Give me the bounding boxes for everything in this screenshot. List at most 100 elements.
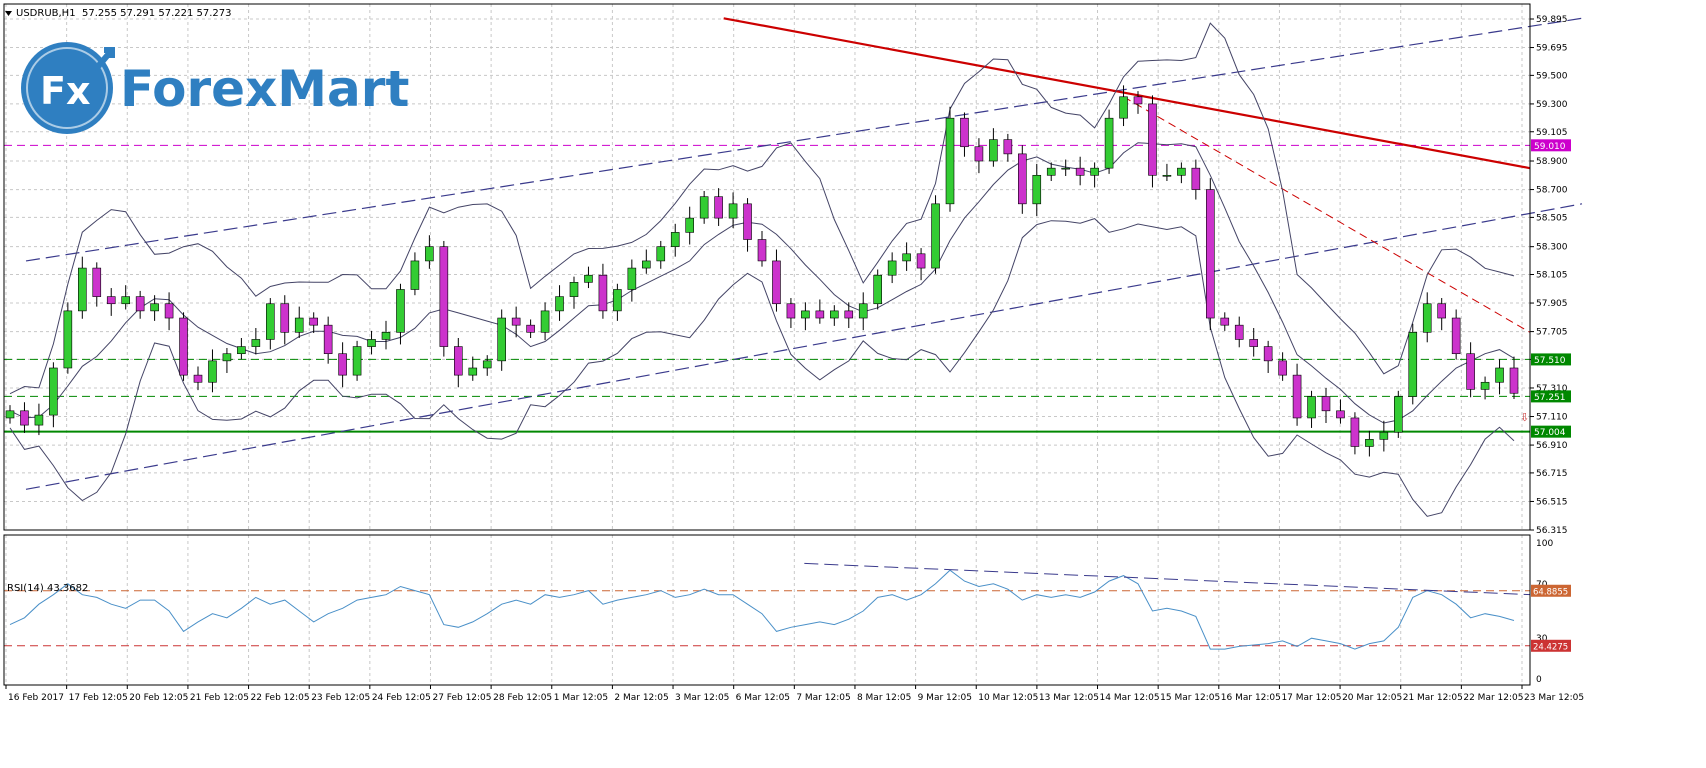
time-tick-label: 17 Mar 12:05 <box>1281 693 1341 703</box>
candle-body <box>454 346 463 376</box>
price-tick-label: 59.300 <box>1536 100 1568 110</box>
price-tick-label: 59.695 <box>1536 44 1568 54</box>
time-tick-label: 20 Feb 12:05 <box>129 693 188 703</box>
ohlc-label: 57.255 57.291 57.221 57.273 <box>82 8 232 19</box>
time-tick-label: 7 Mar 12:05 <box>796 693 850 703</box>
rsi-level-label: 64.8855 <box>1533 587 1568 597</box>
candle-body <box>1032 174 1042 205</box>
time-tick-label: 17 Feb 12:05 <box>69 693 128 703</box>
candle-body <box>1437 303 1446 319</box>
time-tick-label: 28 Feb 12:05 <box>493 693 552 703</box>
time-tick-label: 14 Mar 12:05 <box>1100 693 1160 703</box>
time-tick-label: 27 Feb 12:05 <box>432 693 491 703</box>
time-tick-label: 6 Mar 12:05 <box>736 693 790 703</box>
price-tag-label: 57.510 <box>1534 356 1566 366</box>
candle-body <box>960 117 969 148</box>
candle-body <box>540 310 550 333</box>
candle-body <box>1061 167 1070 170</box>
candle-body <box>468 367 478 376</box>
candle-body <box>1365 439 1374 447</box>
time-tick-label: 8 Mar 12:05 <box>857 693 911 703</box>
candle-body <box>757 239 767 262</box>
candle-body <box>699 196 709 219</box>
candle-body <box>728 203 738 219</box>
candle-body <box>1249 339 1258 347</box>
chart-root: 59.895 59.695 59.500 59.300 59.105 58.900 58.7… <box>0 0 1706 764</box>
sell-arrow-icon: ⇩ <box>1520 411 1529 424</box>
candle-body <box>1003 139 1013 155</box>
candle-body <box>92 267 102 297</box>
candle-body <box>584 274 593 283</box>
price-tick-label: 58.300 <box>1536 243 1568 253</box>
candle-body <box>1206 189 1215 319</box>
rsi-title: RSI(14) 43.3682 <box>7 583 88 594</box>
time-tick-label: 23 Mar 12:05 <box>1524 693 1584 703</box>
price-tick-label: 58.505 <box>1536 213 1568 223</box>
price-tick-label: 58.105 <box>1536 270 1568 280</box>
logo-text: ForexMart <box>120 60 409 118</box>
candle-body <box>1090 167 1099 176</box>
candle-body <box>1162 174 1172 177</box>
candle-body <box>830 310 839 319</box>
candle-body <box>815 310 825 319</box>
candle-body <box>294 317 304 333</box>
candle-body <box>627 267 637 290</box>
candle-body <box>1191 167 1201 190</box>
time-tick-label: 2 Mar 12:05 <box>614 693 668 703</box>
candle-body <box>844 310 854 319</box>
candle-body <box>598 274 608 312</box>
candle-body <box>916 253 926 269</box>
candle-body <box>945 117 955 205</box>
candle-body <box>1018 153 1027 205</box>
candle-body <box>425 246 434 262</box>
price-tag-label: 59.010 <box>1534 142 1566 152</box>
time-tick-label: 9 Mar 12:05 <box>918 693 972 703</box>
candle-body <box>1495 367 1504 383</box>
candle-body <box>989 139 998 162</box>
candle-body <box>1394 396 1403 433</box>
time-tick-label: 16 Mar 12:05 <box>1221 693 1281 703</box>
candle-body <box>613 289 622 312</box>
candle-body <box>1133 96 1143 105</box>
candle-body <box>1046 167 1056 176</box>
candle-body <box>179 317 188 376</box>
candle-body <box>164 303 174 319</box>
time-tick-label: 22 Mar 12:05 <box>1463 693 1523 703</box>
candle-body <box>1466 353 1475 390</box>
candle-body <box>150 303 159 312</box>
time-tick-label: 15 Mar 12:05 <box>1160 693 1220 703</box>
candle-body <box>902 253 911 262</box>
candle-body <box>266 303 275 340</box>
candle-body <box>121 296 130 305</box>
candle-body <box>1119 96 1128 119</box>
candle-body <box>1509 367 1519 394</box>
candle-body <box>367 339 376 347</box>
candle-body <box>1408 332 1418 397</box>
time-tick-label: 13 Mar 12:05 <box>1039 693 1099 703</box>
rsi-level-label: 24.4275 <box>1533 642 1568 652</box>
candle-body <box>410 260 420 290</box>
candle-body <box>685 217 694 233</box>
price-tick-label: 58.700 <box>1536 186 1568 196</box>
candle-body <box>1234 324 1244 340</box>
candle-body <box>1104 117 1114 169</box>
time-tick-label: 21 Feb 12:05 <box>190 693 249 703</box>
candle-body <box>801 310 810 319</box>
candle-body <box>1336 410 1345 419</box>
candle-body <box>1263 346 1273 362</box>
time-tick-label: 21 Mar 12:05 <box>1403 693 1463 703</box>
candle-body <box>20 410 29 426</box>
symbol-label: USDRUB,H1 <box>16 8 76 19</box>
candle-body <box>49 367 58 416</box>
candle-body <box>222 353 232 362</box>
rsi-tick-label: 100 <box>1536 539 1553 549</box>
candle-body <box>1278 360 1287 376</box>
candle-body <box>656 246 666 262</box>
candle-body <box>1148 103 1157 176</box>
price-tick-label: 57.705 <box>1536 328 1568 338</box>
price-tick-label: 58.900 <box>1536 157 1568 167</box>
candle-body <box>569 282 579 297</box>
candle-body <box>323 324 333 355</box>
time-tick-label: 22 Feb 12:05 <box>251 693 310 703</box>
price-tick-label: 59.500 <box>1536 71 1568 81</box>
